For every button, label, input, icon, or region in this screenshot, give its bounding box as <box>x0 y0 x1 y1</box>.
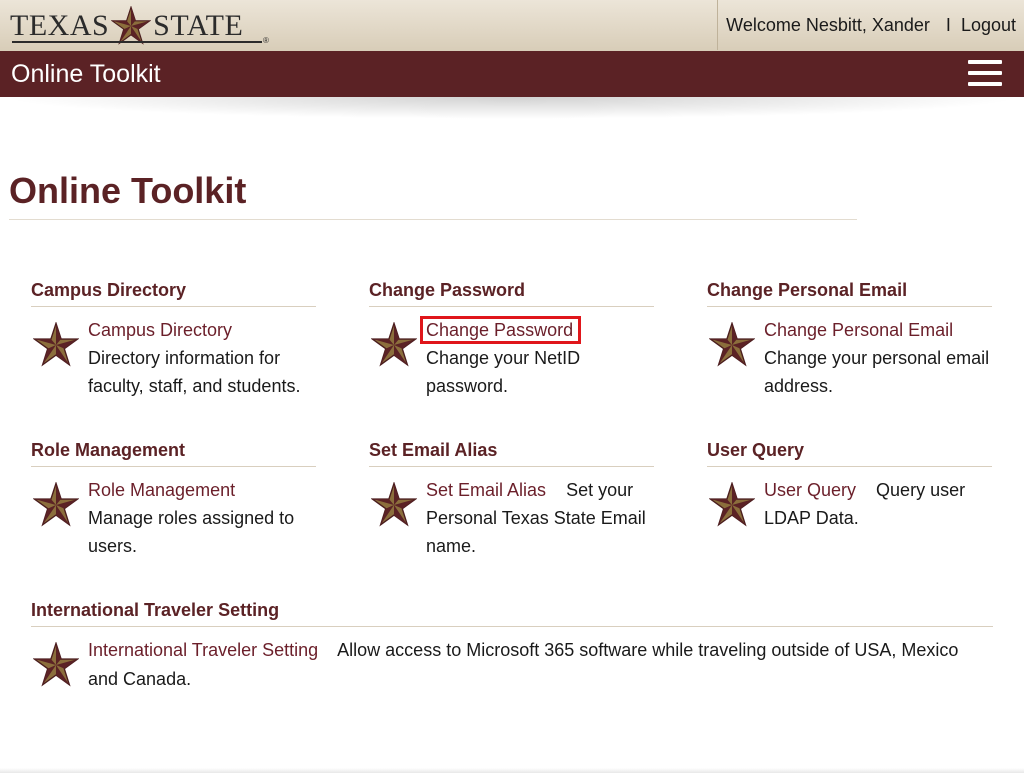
card-heading: Change Personal Email <box>707 280 992 307</box>
card-heading: International Traveler Setting <box>31 600 993 627</box>
logo-star-icon <box>111 6 151 46</box>
card-body: Change Password Change your NetID passwo… <box>369 316 654 400</box>
user-query-link[interactable]: User Query <box>764 480 856 500</box>
page-title: Online Toolkit <box>9 170 247 211</box>
card-body: Role Management Manage roles assigned to… <box>31 476 316 560</box>
card-body: Set Email Alias Set your Personal Texas … <box>369 476 654 560</box>
header-separator: I <box>945 14 951 35</box>
card-body: Change Personal Email Change your person… <box>707 316 992 400</box>
campus-directory-link[interactable]: Campus Directory <box>88 320 232 340</box>
logo-underline <box>12 41 262 43</box>
logo-registered-mark: ® <box>263 36 269 45</box>
change-password-link[interactable]: Change Password <box>419 316 582 344</box>
star-icon <box>709 322 755 368</box>
hamburger-menu-icon[interactable] <box>968 60 1002 88</box>
navbar: Online Toolkit <box>0 51 1024 97</box>
card-body: User Query Query user LDAP Data. <box>707 476 992 556</box>
card-heading: Set Email Alias <box>369 440 654 467</box>
star-icon <box>371 322 417 368</box>
card-change-password: Change Password Change Password Change y… <box>369 280 654 400</box>
card-body: International Traveler Setting Allow acc… <box>31 636 993 716</box>
card-user-query: User Query User Query Query user LDAP Da… <box>707 440 992 556</box>
card-change-personal-email: Change Personal Email Change Personal Em… <box>707 280 992 400</box>
user-area: Welcome Nesbitt, Xander I Logout <box>717 0 1024 50</box>
title-divider <box>9 219 857 220</box>
star-icon <box>709 482 755 528</box>
card-heading: Change Password <box>369 280 654 307</box>
star-icon <box>33 642 79 688</box>
card-role-management: Role Management Role Management Manage r… <box>31 440 316 560</box>
card-heading: Campus Directory <box>31 280 316 307</box>
logo-text-left: TEXAS <box>10 9 110 42</box>
card-campus-directory: Campus Directory Campus Directory Direct… <box>31 280 316 400</box>
role-management-link[interactable]: Role Management <box>88 480 235 500</box>
star-icon <box>33 322 79 368</box>
navbar-shadow <box>0 97 1024 119</box>
card-description: Change your personal email address. <box>764 348 990 396</box>
star-icon <box>371 482 417 528</box>
welcome-text: Welcome Nesbitt, Xander <box>726 14 930 35</box>
card-heading: User Query <box>707 440 992 467</box>
logout-link[interactable]: Logout <box>961 15 1016 36</box>
international-traveler-setting-link[interactable]: International Traveler Setting <box>88 640 318 660</box>
top-banner: TEXAS STATE ® Welcome Nesbitt, Xander I … <box>0 0 1024 52</box>
card-description: Change your NetID password. <box>426 348 581 396</box>
nav-title[interactable]: Online Toolkit <box>11 60 161 89</box>
set-email-alias-link[interactable]: Set Email Alias <box>426 480 546 500</box>
star-icon <box>33 482 79 528</box>
logo-text-right: STATE <box>153 9 244 42</box>
card-heading: Role Management <box>31 440 316 467</box>
change-personal-email-link[interactable]: Change Personal Email <box>764 320 953 340</box>
card-set-email-alias: Set Email Alias Set Email Alias Set your… <box>369 440 654 560</box>
card-international-traveler-setting: International Traveler Setting Internati… <box>31 600 993 716</box>
card-body: Campus Directory Directory information f… <box>31 316 316 400</box>
card-description: Manage roles assigned to users. <box>88 508 295 556</box>
card-description: Directory information for faculty, staff… <box>88 348 301 396</box>
page-bottom-edge <box>0 768 1024 773</box>
